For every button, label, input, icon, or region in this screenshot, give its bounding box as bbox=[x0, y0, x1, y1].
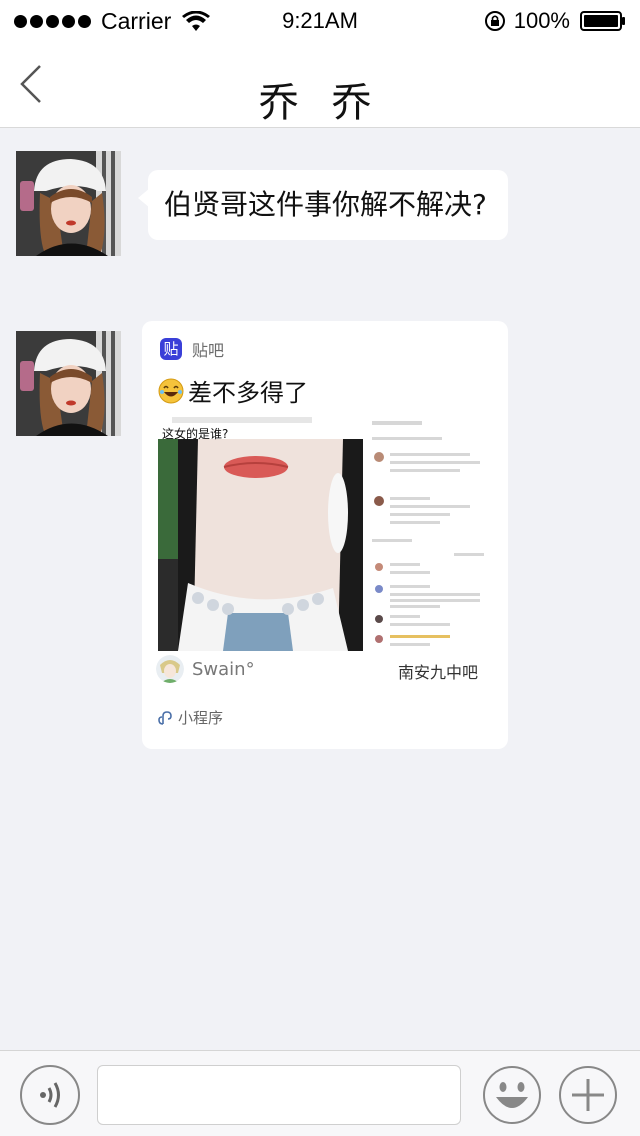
message-bubble[interactable]: 伯贤哥这件事你解不解决? bbox=[148, 170, 508, 240]
mini-program-card[interactable]: 贴 贴吧 差不多得了 这女的是谁? Swain° 南安九中吧 小程序 bbox=[146, 325, 504, 745]
thumbnail-image bbox=[158, 413, 496, 651]
status-bar: Carrier 9:21AM 100% bbox=[0, 0, 640, 40]
mini-program-icon bbox=[158, 710, 172, 725]
voice-icon bbox=[40, 1082, 60, 1108]
emoji-button[interactable] bbox=[482, 1065, 542, 1125]
orientation-lock-icon bbox=[484, 11, 505, 31]
laughing-emoji-icon bbox=[158, 378, 184, 403]
card-app-name: 贴吧 bbox=[192, 341, 225, 360]
voice-button[interactable] bbox=[20, 1065, 80, 1125]
mini-program-label: 小程序 bbox=[178, 709, 224, 727]
smiley-icon bbox=[483, 1066, 541, 1124]
input-toolbar bbox=[0, 1050, 640, 1136]
plus-icon bbox=[559, 1066, 617, 1124]
card-title: 差不多得了 bbox=[188, 379, 308, 407]
navigation-bar: 乔 乔 bbox=[0, 40, 640, 128]
mini-program-footer: 小程序 bbox=[158, 707, 223, 728]
author-avatar bbox=[156, 655, 184, 683]
tieba-app-icon: 贴 bbox=[160, 338, 182, 360]
contact-avatar[interactable] bbox=[16, 331, 121, 436]
card-author-row: Swain° bbox=[156, 655, 255, 683]
forum-name: 南安九中吧 bbox=[397, 663, 478, 682]
message-input[interactable] bbox=[97, 1065, 461, 1125]
battery-icon bbox=[580, 11, 625, 31]
author-name: Swain° bbox=[192, 658, 255, 680]
status-right: 100% bbox=[484, 8, 626, 34]
contact-avatar[interactable] bbox=[16, 151, 121, 256]
card-thumbnail: 这女的是谁? bbox=[158, 413, 496, 651]
more-button[interactable] bbox=[558, 1065, 618, 1125]
card-body: 贴 贴吧 差不多得了 这女的是谁? Swain° 南安九中吧 小程序 bbox=[146, 325, 504, 745]
card-app-row: 贴 贴吧 bbox=[160, 337, 224, 361]
chat-title: 乔 乔 bbox=[258, 80, 382, 126]
card-title-row: 差不多得了 bbox=[158, 373, 308, 408]
battery-percentage: 100% bbox=[513, 8, 570, 33]
thumbnail-caption: 这女的是谁? bbox=[162, 427, 229, 441]
